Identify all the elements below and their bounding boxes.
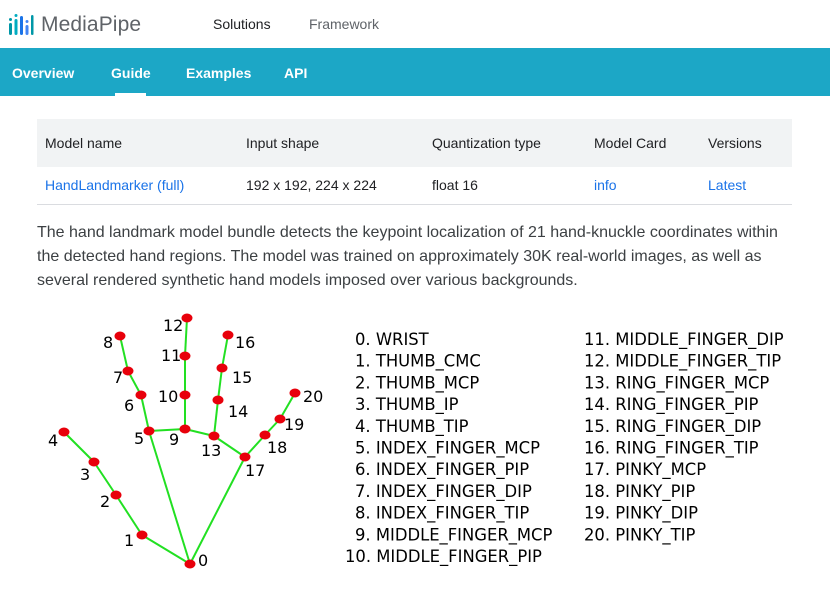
landmark-number: 8 <box>103 333 113 352</box>
landmark-number: 3 <box>80 465 90 484</box>
landmark-label: 4. THUMB_TIP <box>355 417 469 437</box>
model-description: The hand landmark model bundle detects t… <box>37 224 778 289</box>
model-table: Model name Input shape Quantization type… <box>37 119 792 205</box>
landmark-number: 14 <box>228 402 248 421</box>
landmark-label: 3. THUMB_IP <box>355 395 459 415</box>
tab-examples[interactable]: Examples <box>186 65 251 81</box>
landmark-point <box>212 395 224 405</box>
landmark-number: 10 <box>158 387 178 406</box>
table-cell: Latest <box>700 167 792 205</box>
landmark-label: 13. RING_FINGER_MCP <box>584 373 769 393</box>
hand-bone-line <box>189 456 246 565</box>
active-tab-indicator <box>115 93 146 96</box>
hand-bone-line <box>115 494 143 536</box>
landmark-label: 9. MIDDLE_FINGER_MCP <box>355 525 552 545</box>
hand-bone-line <box>217 367 223 401</box>
landmark-number: 5 <box>134 429 144 448</box>
landmark-label: 0. WRIST <box>355 330 430 349</box>
table-row: HandLandmarker (full) 192 x 192, 224 x 2… <box>37 167 792 205</box>
column-header: Model name <box>37 119 238 167</box>
landmark-number: 9 <box>169 430 179 449</box>
mediapipe-logo[interactable]: MediaPipe <box>8 12 141 38</box>
column-header: Versions <box>700 119 792 167</box>
landmark-number: 0 <box>198 551 208 570</box>
landmark-label: 20. PINKY_TIP <box>584 525 695 545</box>
landmark-label: 7. INDEX_FINGER_DIP <box>355 482 532 502</box>
landmark-point <box>184 559 196 569</box>
landmark-number: 15 <box>232 368 252 387</box>
landmark-label: 2. THUMB_MCP <box>355 373 479 393</box>
landmark-number: 16 <box>235 333 255 352</box>
landmark-label: 16. RING_FINGER_TIP <box>584 439 759 459</box>
table-cell: HandLandmarker (full) <box>37 167 238 205</box>
hand-bone-line <box>63 431 95 463</box>
landmark-number: 13 <box>201 441 221 460</box>
landmark-point <box>114 331 126 341</box>
landmark-point <box>136 530 148 540</box>
top-header: MediaPipe Solutions Framework <box>0 0 830 48</box>
landmark-number: 4 <box>48 431 58 450</box>
versions-link[interactable]: Latest <box>708 177 746 193</box>
landmark-point <box>179 390 191 400</box>
landmark-number: 11 <box>161 346 181 365</box>
mediapipe-logo-icon <box>9 14 34 35</box>
model-name-link[interactable]: HandLandmarker (full) <box>45 177 184 193</box>
brand-name: MediaPipe <box>41 13 142 36</box>
nav-framework[interactable]: Framework <box>309 16 379 32</box>
tab-api[interactable]: API <box>284 65 307 81</box>
landmark-label: 18. PINKY_PIP <box>584 482 695 502</box>
table-header-row: Model name Input shape Quantization type… <box>37 119 792 167</box>
landmark-point <box>110 490 122 500</box>
landmark-number: 18 <box>267 438 287 457</box>
table-cell: 192 x 192, 224 x 224 <box>238 167 424 205</box>
hand-bone-line <box>119 335 129 372</box>
landmark-point <box>289 388 301 398</box>
landmark-point <box>58 427 70 437</box>
table-cell: info <box>586 167 700 205</box>
landmark-point <box>122 366 134 376</box>
landmark-label: 12. MIDDLE_FINGER_TIP <box>584 352 781 372</box>
tab-overview[interactable]: Overview <box>12 65 74 81</box>
landmark-point <box>135 390 147 400</box>
landmark-point <box>179 424 191 434</box>
tab-guide[interactable]: Guide <box>111 65 151 81</box>
landmark-label: 10. MIDDLE_FINGER_PIP <box>345 547 542 567</box>
landmark-point <box>143 426 155 436</box>
landmark-label: 17. PINKY_MCP <box>584 460 706 480</box>
landmark-number: 17 <box>245 461 265 480</box>
landmark-number: 2 <box>100 492 110 511</box>
landmark-number: 20 <box>303 387 323 406</box>
landmark-number: 1 <box>124 531 134 550</box>
column-header: Quantization type <box>424 119 586 167</box>
tab-bar: Overview Guide Examples API <box>0 48 830 96</box>
landmark-point <box>216 363 228 373</box>
column-header: Input shape <box>238 119 424 167</box>
landmark-label: 5. INDEX_FINGER_MCP <box>355 439 540 459</box>
landmark-number: 6 <box>124 396 134 415</box>
landmark-label: 8. INDEX_FINGER_TIP <box>355 504 529 524</box>
model-card-link[interactable]: info <box>594 177 617 193</box>
hand-bone-line <box>184 317 188 357</box>
table-cell: float 16 <box>424 167 586 205</box>
landmark-point <box>222 330 234 340</box>
hand-bone-line <box>93 461 117 496</box>
landmark-label: 11. MIDDLE_FINGER_DIP <box>584 330 784 350</box>
hand-bone-line <box>213 399 219 437</box>
landmark-label: 6. INDEX_FINGER_PIP <box>355 460 529 480</box>
landmark-number: 7 <box>113 368 123 387</box>
column-header: Model Card <box>586 119 700 167</box>
hand-landmarks-diagram: 01234 567891011121314151617181920 0. WRIS… <box>48 313 784 570</box>
hand-bone-line <box>221 334 229 369</box>
hand-bone-line <box>140 394 150 432</box>
landmark-number: 19 <box>284 415 304 434</box>
landmark-label: 15. RING_FINGER_DIP <box>584 417 761 437</box>
landmark-label: 19. PINKY_DIP <box>584 504 698 524</box>
landmark-point <box>208 431 220 441</box>
landmark-label: 14. RING_FINGER_PIP <box>584 395 759 415</box>
landmark-number: 12 <box>163 316 183 335</box>
nav-solutions[interactable]: Solutions <box>213 16 271 32</box>
landmark-label: 1. THUMB_CMC <box>355 352 481 372</box>
